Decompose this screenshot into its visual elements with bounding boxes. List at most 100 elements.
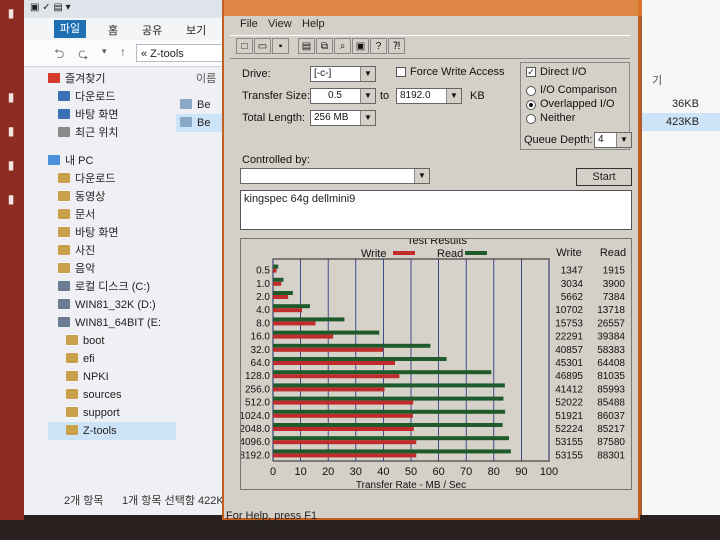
x-tick-label: 10 [294,466,306,478]
direct-io-checkbox[interactable]: ✓ [526,67,536,77]
chevron-down-icon[interactable]: ▼ [360,111,375,125]
overlapped-io-radio[interactable] [526,100,536,110]
file-icon [180,117,192,127]
taskbar-folder-icon[interactable]: ▮ [2,192,20,206]
folder-icon [58,227,70,237]
taskbar-folder-icon[interactable]: ▮ [2,90,20,104]
chevron-down-icon[interactable]: ▾ [102,46,107,57]
write-value-label: 3034 [561,279,584,290]
y-tick-label: 1.0 [256,279,270,290]
read-value-label: 26557 [597,318,625,329]
write-bar [273,321,316,326]
print-icon[interactable]: ▤ [298,38,315,54]
write-value-label: 5662 [561,292,584,303]
copy-icon[interactable]: ⧉ [316,38,333,54]
sidebar-item[interactable]: 사진 [48,242,176,260]
x-tick-label: 50 [405,466,417,478]
menu-help[interactable]: Help [302,18,325,30]
sidebar-item[interactable]: 음악 [48,260,176,278]
sidebar-item[interactable]: 동영상 [48,188,176,206]
read-bar [273,343,431,348]
nav-group-header[interactable]: 즐겨찾기 [48,70,176,88]
sidebar-item[interactable]: Z-tools [48,422,176,440]
sidebar-item[interactable]: boot [48,332,176,350]
image-icon[interactable]: ▣ [352,38,369,54]
sidebar-item[interactable]: WIN81_32K (D:) [48,296,176,314]
tab-share[interactable]: 공유 [142,22,162,38]
x-tick-label: 40 [377,466,389,478]
help-icon[interactable]: ? [370,38,387,54]
sidebar-item[interactable]: 다운로드 [48,170,176,188]
transfer-size-from-select[interactable]: 0.5 ▼ [310,88,376,104]
read-bar [273,357,447,361]
controlled-by-select[interactable]: ▼ [240,168,430,184]
sidebar-item[interactable]: 바탕 화면 [48,224,176,242]
quick-access-icon[interactable]: ▣ ✓ ▤ ▾ [30,2,71,13]
start-button[interactable]: Start [576,168,632,186]
write-value-label: 51921 [555,411,583,422]
drive-select[interactable]: [-c-] ▼ [310,66,376,82]
sidebar-item[interactable]: efi [48,350,176,368]
menu-bar: File View Help [230,16,630,34]
queue-depth-select[interactable]: 4 ▼ [594,132,632,148]
column-header-type[interactable]: 기 [652,72,662,88]
sidebar-item[interactable]: support [48,404,176,422]
write-bar [273,387,385,392]
open-icon[interactable]: ▭ [254,38,271,54]
back-icon[interactable]: ⮌ [54,45,64,67]
forward-icon[interactable]: ⮎ [78,45,88,67]
y-tick-label: 4096.0 [241,437,270,448]
tab-home[interactable]: 홈 [108,22,118,38]
taskbar-folder-icon[interactable]: ▮ [2,6,20,20]
sidebar-item[interactable]: 다운로드 [48,88,176,106]
transfer-size-to-select[interactable]: 8192.0 ▼ [396,88,462,104]
navigation-pane: 즐겨찾기 다운로드 바탕 화면 최근 위치 내 PC 다운로드 동영상 문서 바탕 화면 사진 음악… [48,70,176,470]
sidebar-item[interactable]: 문서 [48,206,176,224]
overlapped-io-label: Overlapped I/O [540,98,615,110]
sidebar-item[interactable]: sources [48,386,176,404]
sidebar-item[interactable]: 로컬 디스크 (C:) [48,278,176,296]
address-input[interactable]: « Z-tools [136,44,234,62]
tab-file[interactable]: 파일 [54,20,86,38]
tab-view[interactable]: 보기 [186,22,206,38]
sidebar-item-label: WIN81_64BIT (E: [75,317,161,329]
read-bar [273,277,284,282]
sidebar-item[interactable]: 최근 위치 [48,124,176,142]
sidebar-item-label: Z-tools [83,425,117,437]
chevron-down-icon[interactable]: ▼ [616,133,631,147]
read-value-label: 88301 [597,450,625,461]
write-bar [273,374,400,379]
menu-view[interactable]: View [268,18,292,30]
computer-icon [48,155,60,165]
chevron-down-icon[interactable]: ▼ [414,169,429,183]
write-bar [273,281,282,286]
up-arrow-icon[interactable]: ↑ [120,45,126,59]
description-textarea[interactable]: kingspec 64g dellmini9 [240,190,632,230]
write-bar [273,361,395,365]
sidebar-item[interactable]: WIN81_64BIT (E: [48,314,176,332]
taskbar-folder-icon[interactable]: ▮ [2,158,20,172]
total-length-select[interactable]: 256 MB ▼ [310,110,376,126]
chevron-down-icon[interactable]: ▼ [360,89,375,103]
save-icon[interactable]: ▪ [272,38,289,54]
chevron-down-icon[interactable]: ▼ [360,67,375,81]
io-comparison-radio[interactable] [526,86,536,96]
read-bar [273,436,509,441]
force-write-access-checkbox[interactable] [396,67,406,77]
taskbar-folder-icon[interactable]: ▮ [2,124,20,138]
new-icon[interactable]: □ [236,38,253,54]
menu-file[interactable]: File [240,18,258,30]
sidebar-item-label: 음악 [75,263,96,275]
neither-radio[interactable] [526,114,536,124]
find-icon[interactable]: ⌕ [334,38,351,54]
sidebar-item[interactable]: 바탕 화면 [48,106,176,124]
chevron-down-icon[interactable]: ▼ [446,89,461,103]
context-help-icon[interactable]: ⁈ [388,38,405,54]
read-value-label: 87580 [597,437,625,448]
read-bar [273,370,492,375]
folder-icon [66,371,78,381]
nav-group-header[interactable]: 내 PC [48,152,176,170]
sidebar-item[interactable]: NPKI [48,368,176,386]
folder-icon [58,173,70,183]
force-write-access-label: Force Write Access [410,66,505,78]
